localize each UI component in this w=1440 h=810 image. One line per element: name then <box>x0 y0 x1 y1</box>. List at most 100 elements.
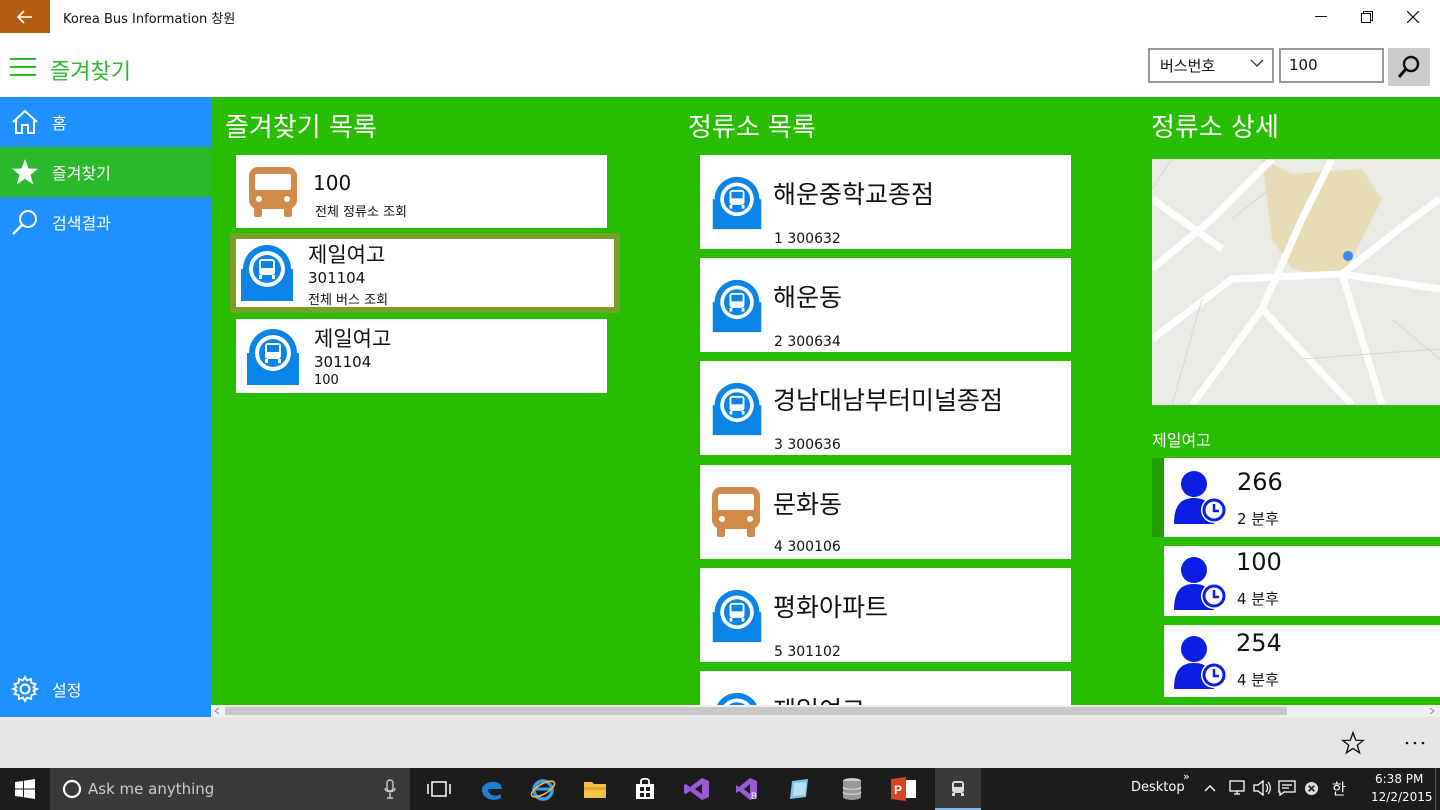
hamburger-menu-icon[interactable] <box>10 58 36 78</box>
store-taskbar-icon[interactable] <box>630 774 660 804</box>
bus-stop-icon <box>712 382 762 436</box>
chevron-down-icon <box>1250 59 1264 67</box>
show-desktop-button[interactable] <box>1435 768 1440 810</box>
clock-date[interactable]: 12/2/2015 <box>1371 790 1433 804</box>
bus-icon <box>712 487 760 537</box>
network-icon[interactable] <box>1228 780 1246 796</box>
sidebar-item-favorites[interactable]: 즐겨찾기 <box>0 147 211 197</box>
favorite-stop-id: 301104 <box>314 353 372 371</box>
stop-list-item[interactable]: 해운중학교종점 1 300632 <box>700 155 1071 249</box>
more-options-icon[interactable] <box>1405 741 1425 745</box>
back-button[interactable] <box>0 0 50 33</box>
stop-list-item[interactable]: 경남대남부터미널종점 3 300636 <box>700 361 1071 455</box>
visual-studio-blend-taskbar-icon[interactable]: B <box>733 774 763 804</box>
close-button[interactable] <box>1390 0 1436 33</box>
arrival-item[interactable]: 100 4 분후 <box>1164 546 1440 616</box>
favorite-item[interactable]: 100 전체 정류소 조회 <box>236 155 607 228</box>
minimize-button[interactable] <box>1298 0 1344 33</box>
minimize-icon <box>1315 15 1327 17</box>
stop-index-id: 4 300106 <box>774 539 841 555</box>
search-input[interactable]: 100 <box>1279 48 1384 83</box>
scroll-right-icon[interactable] <box>1429 708 1435 714</box>
scroll-left-icon[interactable] <box>214 708 220 714</box>
map-view[interactable] <box>1152 159 1440 405</box>
bus-stop-icon <box>241 245 293 301</box>
sidebar-item-search-results[interactable]: 검색결과 <box>0 197 211 247</box>
bus-stop-icon <box>712 279 762 333</box>
stop-list-item[interactable]: 제일여고 <box>700 671 1071 705</box>
stop-index-id: 5 301102 <box>774 644 841 660</box>
sidebar-item-label: 설정 <box>52 681 82 700</box>
start-button[interactable] <box>10 774 40 804</box>
search-button[interactable] <box>1388 48 1430 86</box>
app-title: Korea Bus Information 창원 <box>63 12 236 27</box>
back-arrow-icon <box>17 9 32 24</box>
sidebar-item-label: 즐겨찾기 <box>52 164 111 183</box>
edge-taskbar-icon[interactable] <box>477 774 507 804</box>
ime-indicator[interactable]: 한 <box>1332 778 1346 799</box>
task-view-button[interactable] <box>424 774 454 804</box>
detail-stop-name: 제일여고 <box>1152 431 1211 450</box>
file-explorer-taskbar-icon[interactable] <box>580 774 610 804</box>
notification-close-icon[interactable] <box>1304 781 1319 796</box>
stop-index-id: 3 300636 <box>774 437 841 453</box>
bus-stop-icon <box>712 589 762 643</box>
stop-list-item[interactable]: 평화아파트 5 301102 <box>700 568 1071 662</box>
stop-list-item[interactable]: 문화동 4 300106 <box>700 465 1071 559</box>
arrival-eta: 4 분후 <box>1237 590 1279 608</box>
task-view-icon <box>427 781 451 797</box>
stops-section-title: 정류소 목록 <box>688 113 816 143</box>
star-icon <box>0 147 50 197</box>
stop-name: 제일여고 <box>773 691 865 705</box>
search-type-value: 버스번호 <box>1160 57 1216 75</box>
favorite-title: 제일여고 <box>314 327 392 351</box>
database-taskbar-icon[interactable] <box>837 774 867 804</box>
app-taskbar-icon[interactable] <box>785 774 815 804</box>
chevron-up-icon[interactable] <box>1204 784 1216 792</box>
bus-stop-icon <box>247 329 299 385</box>
microphone-icon[interactable] <box>384 779 396 799</box>
favorite-item[interactable]: 제일여고 301104 100 <box>236 319 607 393</box>
toolbar-expand-icon[interactable]: » <box>1183 770 1190 783</box>
cortana-search-box[interactable]: Ask me anything <box>50 768 410 810</box>
app-header: 즐겨찾기 버스번호 100 <box>0 34 1440 97</box>
favorite-star-icon[interactable] <box>1341 731 1365 755</box>
favorite-subtitle: 전체 버스 조회 <box>308 293 389 308</box>
favorite-item-selected[interactable]: 제일여고 301104 전체 버스 조회 <box>230 233 620 313</box>
horizontal-scrollbar[interactable] <box>211 705 1440 717</box>
favorite-subtitle: 전체 정류소 조회 <box>315 205 407 220</box>
stop-name: 경남대남부터미널종점 <box>773 386 1004 415</box>
visual-studio-taskbar-icon[interactable] <box>682 774 712 804</box>
stop-name: 평화아파트 <box>773 593 889 622</box>
search-icon <box>0 197 50 247</box>
favorite-title: 100 <box>313 171 352 195</box>
close-icon <box>1407 10 1419 23</box>
windows-logo-icon <box>15 779 35 799</box>
arrival-item-selected[interactable]: 266 2 분후 <box>1152 458 1440 537</box>
restore-button[interactable] <box>1344 0 1390 33</box>
svg-text:B: B <box>751 791 757 801</box>
search-type-dropdown[interactable]: 버스번호 <box>1148 48 1274 83</box>
volume-icon[interactable] <box>1252 780 1272 796</box>
powerpoint-taskbar-icon[interactable]: P <box>889 774 919 804</box>
scrollbar-thumb[interactable] <box>225 707 1287 715</box>
arrival-bus-number: 100 <box>1236 548 1282 576</box>
arrival-bus-number: 254 <box>1236 629 1282 657</box>
sidebar-item-settings[interactable]: 설정 <box>0 664 211 714</box>
action-center-icon[interactable] <box>1278 780 1296 796</box>
arrival-item[interactable]: 254 4 분후 <box>1164 625 1440 697</box>
internet-explorer-taskbar-icon[interactable] <box>528 774 558 804</box>
favorite-title: 제일여고 <box>308 243 386 267</box>
main-content: 즐겨찾기 목록 100 전체 정류소 조회 제일여고 301104 전체 버스 … <box>211 97 1440 705</box>
sidebar-item-label: 검색결과 <box>52 214 111 233</box>
stop-list-item[interactable]: 해운동 2 300634 <box>700 258 1071 352</box>
sidebar-item-home[interactable]: 홈 <box>0 97 211 147</box>
desktop-toolbar-label[interactable]: Desktop <box>1131 780 1185 795</box>
clock-time[interactable]: 6:38 PM <box>1375 772 1423 786</box>
arrival-bus-number: 266 <box>1237 468 1283 496</box>
bus-app-taskbar-icon[interactable] <box>935 768 981 810</box>
cortana-icon <box>62 779 82 799</box>
person-clock-icon <box>1174 636 1227 689</box>
cortana-placeholder: Ask me anything <box>88 780 215 798</box>
gear-icon <box>0 664 50 714</box>
